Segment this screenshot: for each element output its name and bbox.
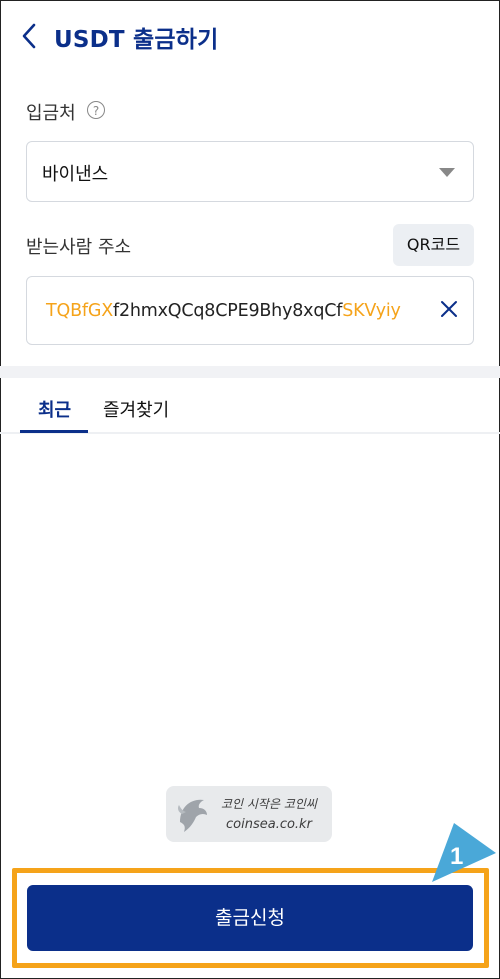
section-divider [0,366,500,378]
active-tab-indicator [20,430,88,433]
selected-exchange: 바이낸스 [42,164,109,185]
deposit-target-select[interactable]: 바이낸스 [26,141,474,202]
tab-recent[interactable]: 최근 [38,396,71,422]
address-prefix: TQBfGX [46,301,113,321]
dolphin-logo-icon [178,799,207,832]
address-value: TQBfGXf2hmxQCq8CPE9Bhy8xqCfSKVyiy [46,301,401,321]
watermark: 코인 시작은 코인씨 coinsea.co.kr [166,786,332,842]
watermark-url: coinsea.co.kr [226,817,312,832]
help-icon[interactable]: ? [87,101,105,119]
back-arrow-icon[interactable] [16,22,44,50]
recipient-address-label: 받는사람 주소 [26,237,132,258]
qr-code-button[interactable]: QR코드 [393,224,474,266]
address-middle: f2hmxQCq8CPE9Bhy8xqCf [112,301,343,321]
step-pointer-arrow-icon: 1 [432,823,496,882]
deposit-target-label: 입금처 [26,103,76,124]
tab-favorites[interactable]: 즐겨찾기 [103,396,169,422]
page-title: USDT 출금하기 [54,27,219,53]
clear-icon[interactable] [438,298,460,320]
address-suffix: SKVyiy [342,301,401,321]
app-header: USDT 출금하기 [0,0,500,72]
withdraw-submit-button[interactable]: 출금신청 [27,885,473,951]
recipient-address-input[interactable]: TQBfGXf2hmxQCq8CPE9Bhy8xqCfSKVyiy [26,276,474,345]
address-tabs: 최근 즐겨찾기 [0,378,500,434]
step-number: 1 [450,843,463,870]
dropdown-caret-icon [439,168,455,177]
watermark-slogan: 코인 시작은 코인씨 [221,797,317,811]
